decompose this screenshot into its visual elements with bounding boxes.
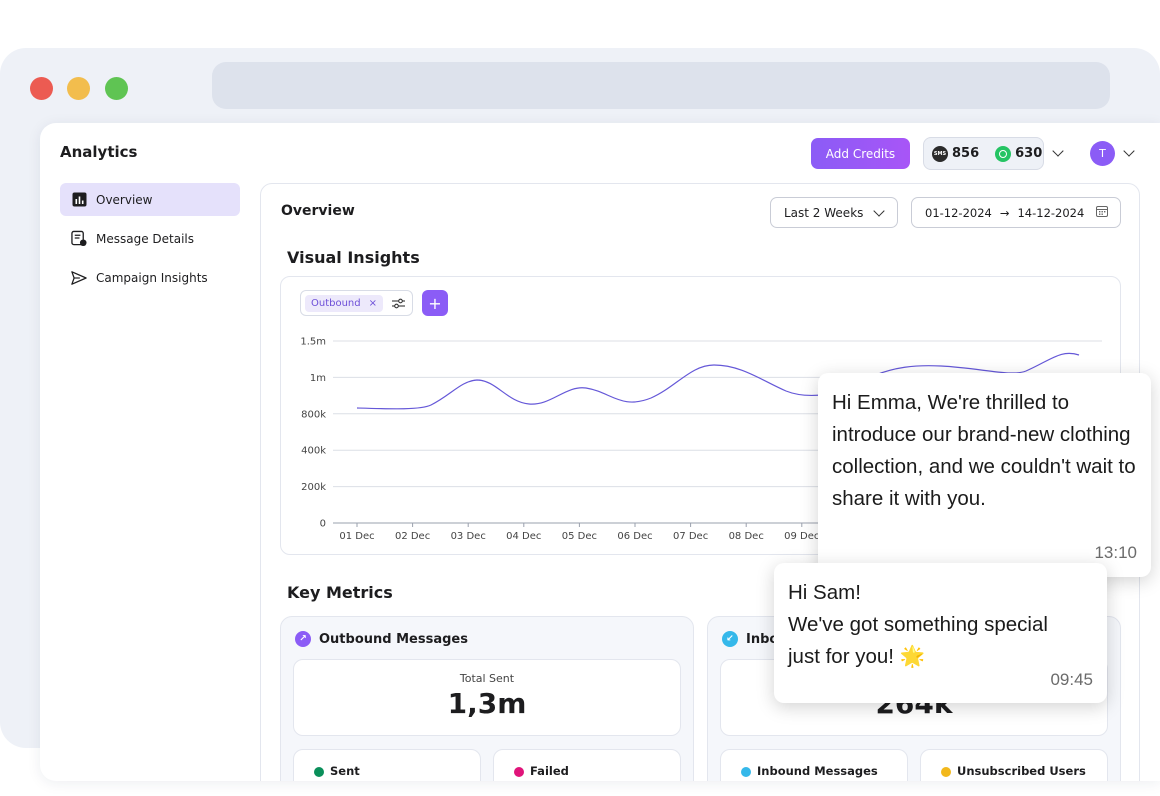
message-time: 09:45: [1050, 670, 1093, 689]
inbound-messages-card: Inbound Messages: [720, 749, 908, 781]
y-tick-label: 1.5m: [300, 337, 326, 348]
arrow-up-right-icon: ↗: [295, 631, 311, 647]
date-to: 14-12-2024: [1017, 205, 1085, 220]
credits-indicator[interactable]: SMS 856 630: [923, 137, 1044, 170]
y-tick-label: 200k: [301, 482, 326, 493]
chevron-down-icon: [873, 205, 885, 217]
whatsapp-icon: [995, 145, 1012, 162]
message-line-3: just for you! 🌟: [788, 645, 926, 668]
y-tick-label: 400k: [301, 446, 326, 457]
sent-card: Sent: [293, 749, 481, 781]
unsubscribed-label: Unsubscribed Users: [957, 764, 1086, 778]
x-tick-label: 02 Dec: [395, 531, 430, 542]
message-doc-icon: [71, 230, 87, 247]
address-bar[interactable]: [212, 62, 1110, 109]
sidebar-item-label: Message Details: [96, 231, 195, 246]
send-icon: [71, 270, 87, 286]
message-bubble-sam: Hi Sam! We've got something special just…: [774, 563, 1107, 703]
inbound-dot-icon: [741, 767, 751, 777]
app-title: Analytics: [60, 143, 138, 161]
message-bubble-emma: Hi Emma, We're thrilled to introduce our…: [818, 373, 1151, 577]
calendar-icon: [1096, 205, 1109, 220]
sidebar-item-label: Overview: [96, 192, 153, 207]
date-range-picker[interactable]: 01-12-2024 → 14-12-2024: [911, 197, 1121, 228]
account-chevron-down-icon[interactable]: [1123, 145, 1135, 157]
failed-card: Failed: [493, 749, 681, 781]
y-tick-label: 1m: [310, 373, 326, 384]
date-from: 01-12-2024: [925, 205, 992, 220]
unsubscribed-card: Unsubscribed Users: [920, 749, 1108, 781]
sidebar-item-overview[interactable]: Overview: [60, 183, 240, 216]
x-tick-label: 04 Dec: [506, 531, 541, 542]
arrow-down-left-icon: ↙: [722, 631, 738, 647]
avatar[interactable]: T: [1090, 141, 1115, 166]
x-tick-label: 07 Dec: [673, 531, 708, 542]
bar-chart-icon: [71, 192, 87, 208]
inbound-messages-label: Inbound Messages: [757, 764, 878, 778]
arrow-right-icon: →: [999, 205, 1010, 220]
total-sent-value: 1,3m: [447, 687, 527, 720]
failed-dot-icon: [514, 767, 524, 777]
credits-chevron-down-icon[interactable]: [1052, 145, 1064, 157]
message-text: Hi Emma, We're thrilled to introduce our…: [832, 391, 1136, 510]
message-line-1: Hi Sam!: [788, 581, 861, 604]
outbound-header: ↗ Outbound Messages: [295, 631, 468, 647]
add-credits-button[interactable]: Add Credits: [811, 138, 910, 169]
message-text: Hi Sam! We've got something special just…: [788, 577, 1098, 673]
outbound-metrics-card: ↗ Outbound Messages Total Sent 1,3m Sent…: [280, 616, 694, 781]
page-title: Overview: [281, 203, 355, 219]
sms-icon: SMS: [932, 145, 948, 162]
failed-label: Failed: [530, 764, 569, 778]
period-select-value: Last 2 Weeks: [784, 205, 864, 220]
maximize-window-dot[interactable]: [105, 77, 128, 100]
sidebar-item-message-details[interactable]: Message Details: [60, 222, 240, 255]
y-tick-label: 800k: [301, 409, 326, 420]
total-sent-box: Total Sent 1,3m: [293, 659, 681, 736]
sidebar-item-campaign-insights[interactable]: Campaign Insights: [60, 261, 240, 294]
x-tick-label: 01 Dec: [339, 531, 374, 542]
sent-dot-icon: [314, 767, 324, 777]
unsubscribed-dot-icon: [941, 767, 951, 777]
minimize-window-dot[interactable]: [67, 77, 90, 100]
total-sent-label: Total Sent: [459, 672, 515, 685]
x-tick-label: 06 Dec: [617, 531, 652, 542]
x-tick-label: 08 Dec: [729, 531, 764, 542]
whatsapp-credits: 630: [1015, 146, 1043, 161]
sent-label: Sent: [330, 764, 360, 778]
message-time: 13:10: [1094, 543, 1137, 562]
sidebar-item-label: Campaign Insights: [96, 270, 208, 285]
x-tick-label: 03 Dec: [451, 531, 486, 542]
outbound-title: Outbound Messages: [319, 631, 468, 647]
y-tick-label: 0: [320, 519, 326, 530]
x-tick-label: 05 Dec: [562, 531, 597, 542]
message-line-2: We've got something special: [788, 613, 1048, 636]
visual-insights-title: Visual Insights: [287, 248, 420, 267]
close-window-dot[interactable]: [30, 77, 53, 100]
x-tick-label: 09 Dec: [784, 531, 819, 542]
sms-credits: 856: [952, 146, 980, 161]
key-metrics-title: Key Metrics: [287, 583, 393, 602]
period-select[interactable]: Last 2 Weeks: [770, 197, 898, 228]
